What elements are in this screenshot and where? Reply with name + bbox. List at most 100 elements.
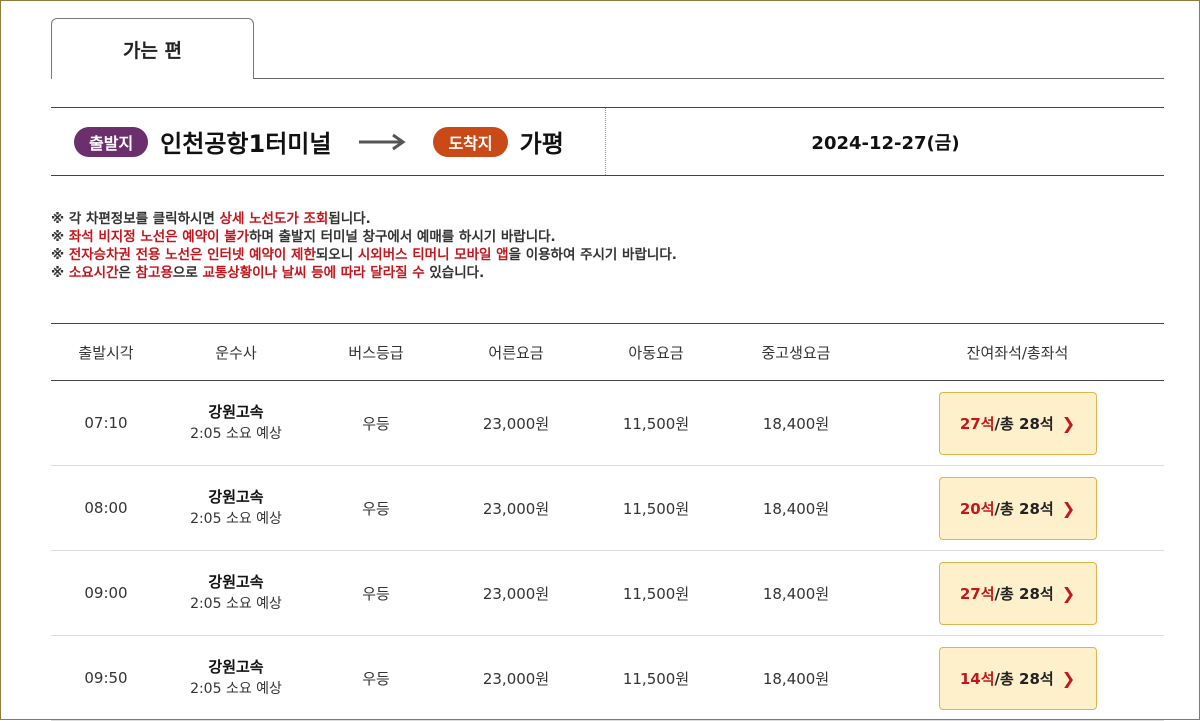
adult-fare: 23,000원 (482, 669, 550, 688)
remaining-seats: 20석 (959, 499, 995, 518)
header-seats: 잔여좌석/총좌석 (966, 343, 1069, 362)
table-row[interactable]: 07:10 강원고속 2:05 소요 예상 우등 23,000원 11,500원 18,40… (51, 381, 1164, 466)
select-seat-button[interactable]: 14석/총 28석 ❯ (938, 646, 1097, 710)
company-name: 강원고속 (208, 658, 264, 676)
bus-grade: 우등 (362, 669, 390, 688)
departure-time: 07:10 (84, 414, 128, 432)
notice-text: ※ 각 차편정보를 클릭하시면 (51, 211, 220, 227)
notice-text: 됩니다. (328, 211, 371, 227)
total-seats: /총 28석 (994, 414, 1054, 433)
schedule-table: 출발시각 운수사 버스등급 어른요금 아동요금 중고생요금 잔여좌석/총좌석 0… (51, 323, 1164, 721)
table-row[interactable]: 08:00 강원고속 2:05 소요 예상 우등 23,000원 11,500원 18,40… (51, 466, 1164, 551)
departure-time: 08:00 (84, 499, 128, 517)
notice-highlight: 시외버스 티머니 모바일 앱 (357, 247, 509, 263)
remaining-seats: 27석 (959, 414, 995, 433)
header-child-fare: 아동요금 (628, 343, 684, 362)
duration: 2:05 소요 예상 (190, 596, 282, 612)
notice-highlight: 참고용 (135, 265, 173, 281)
notice-text: ※ (51, 265, 69, 281)
company-name: 강원고속 (208, 488, 264, 506)
table-row[interactable]: 09:00 강원고속 2:05 소요 예상 우등 23,000원 11,500원 18,40… (51, 551, 1164, 636)
seats-cell: 27석/총 28석 ❯ (871, 391, 1164, 455)
notice-text: 을 이용하여 주시기 바랍니다. (508, 247, 677, 263)
table-body: 07:10 강원고속 2:05 소요 예상 우등 23,000원 11,500원 18,40… (51, 381, 1164, 721)
bus-grade: 우등 (362, 499, 390, 518)
duration: 2:05 소요 예상 (190, 511, 282, 527)
notice-list: ※ 각 차편정보를 클릭하시면 상세 노선도가 조회됩니다. ※ 좌석 비지정 노… (51, 210, 1151, 282)
header-bus-grade: 버스등급 (348, 343, 404, 362)
notice-highlight: 교통상황이나 날씨 등에 따라 달라질 수 (202, 265, 425, 281)
route-summary: 출발지 인천공항1터미널 도착지 가평 (51, 108, 606, 175)
seats-cell: 14석/총 28석 ❯ (871, 646, 1164, 710)
notice-highlight: 좌석 비지정 노선은 예약이 불가 (68, 229, 250, 245)
notice-text: ※ (51, 229, 69, 245)
company-cell: 강원고속 2:05 소요 예상 (161, 656, 311, 700)
table-header: 출발시각 운수사 버스등급 어른요금 아동요금 중고생요금 잔여좌석/총좌석 (51, 324, 1164, 381)
total-seats: /총 28석 (994, 584, 1054, 603)
header-departure-time: 출발시각 (78, 343, 134, 362)
header-youth-fare: 중고생요금 (761, 343, 831, 362)
company-cell: 강원고속 2:05 소요 예상 (161, 401, 311, 445)
youth-fare: 18,400원 (762, 669, 830, 688)
departure-time: 09:00 (84, 584, 128, 602)
departure-time: 09:50 (84, 669, 128, 687)
duration: 2:05 소요 예상 (190, 426, 282, 442)
depart-badge: 출발지 (74, 126, 149, 157)
chevron-right-icon: ❯ (1061, 668, 1076, 688)
notice-line: ※ 전자승차권 전용 노선은 인터넷 예약이 제한되오니 시외버스 티머니 모바… (51, 246, 1151, 264)
select-seat-button[interactable]: 27석/총 28석 ❯ (938, 391, 1097, 455)
notice-text: 은 (118, 265, 136, 281)
arrive-badge: 도착지 (433, 126, 508, 157)
select-seat-button[interactable]: 27석/총 28석 ❯ (938, 561, 1097, 625)
notice-line: ※ 좌석 비지정 노선은 예약이 불가하며 출발지 터미널 창구에서 예매를 하… (51, 228, 1151, 246)
seats-cell: 20석/총 28석 ❯ (871, 476, 1164, 540)
bus-grade: 우등 (362, 414, 390, 433)
company-cell: 강원고속 2:05 소요 예상 (161, 486, 311, 530)
youth-fare: 18,400원 (762, 584, 830, 603)
departure-date: 2024-12-27(금) (811, 132, 960, 154)
child-fare: 11,500원 (622, 584, 690, 603)
notice-text: ※ (51, 247, 69, 263)
total-seats: /총 28석 (994, 499, 1054, 518)
notice-line: ※ 각 차편정보를 클릭하시면 상세 노선도가 조회됩니다. (51, 210, 1151, 228)
adult-fare: 23,000원 (482, 414, 550, 433)
duration: 2:05 소요 예상 (190, 681, 282, 697)
tab-outbound-label: 가는 편 (122, 39, 183, 62)
header-adult-fare: 어른요금 (488, 343, 544, 362)
remaining-seats: 27석 (959, 584, 995, 603)
adult-fare: 23,000원 (482, 584, 550, 603)
company-cell: 강원고속 2:05 소요 예상 (161, 571, 311, 615)
chevron-right-icon: ❯ (1061, 413, 1076, 433)
company-name: 강원고속 (208, 573, 264, 591)
remaining-seats: 14석 (959, 669, 995, 688)
notice-text: 되오니 (315, 247, 358, 263)
notice-text: 하며 출발지 터미널 창구에서 예매를 하시기 바랍니다. (249, 229, 556, 245)
adult-fare: 23,000원 (482, 499, 550, 518)
notice-highlight: 소요시간 (68, 265, 119, 281)
child-fare: 11,500원 (622, 414, 690, 433)
youth-fare: 18,400원 (762, 414, 830, 433)
notice-text: 있습니다. (424, 265, 485, 281)
tab-bar: 가는 편 (51, 18, 1164, 80)
notice-line: ※ 소요시간은 참고용으로 교통상황이나 날씨 등에 따라 달라질 수 있습니다… (51, 264, 1151, 282)
right-arrow-icon (359, 132, 407, 152)
chevron-right-icon: ❯ (1061, 583, 1076, 603)
tab-outbound[interactable]: 가는 편 (51, 18, 254, 80)
total-seats: /총 28석 (994, 669, 1054, 688)
child-fare: 11,500원 (622, 499, 690, 518)
depart-place: 인천공항1터미널 (160, 130, 332, 158)
notice-highlight: 상세 노선도가 조회 (219, 211, 329, 227)
youth-fare: 18,400원 (762, 499, 830, 518)
notice-highlight: 전자승차권 전용 노선은 인터넷 예약이 제한 (68, 247, 316, 263)
bus-grade: 우등 (362, 584, 390, 603)
chevron-right-icon: ❯ (1061, 498, 1076, 518)
route-bar: 출발지 인천공항1터미널 도착지 가평 2024-12-27(금) (51, 107, 1164, 176)
table-row[interactable]: 09:50 강원고속 2:05 소요 예상 우등 23,000원 11,500원 18,40… (51, 636, 1164, 721)
company-name: 강원고속 (208, 403, 264, 421)
select-seat-button[interactable]: 20석/총 28석 ❯ (938, 476, 1097, 540)
header-company: 운수사 (215, 343, 257, 362)
notice-text: 으로 (172, 265, 203, 281)
seats-cell: 27석/총 28석 ❯ (871, 561, 1164, 625)
arrive-place: 가평 (519, 130, 564, 158)
child-fare: 11,500원 (622, 669, 690, 688)
